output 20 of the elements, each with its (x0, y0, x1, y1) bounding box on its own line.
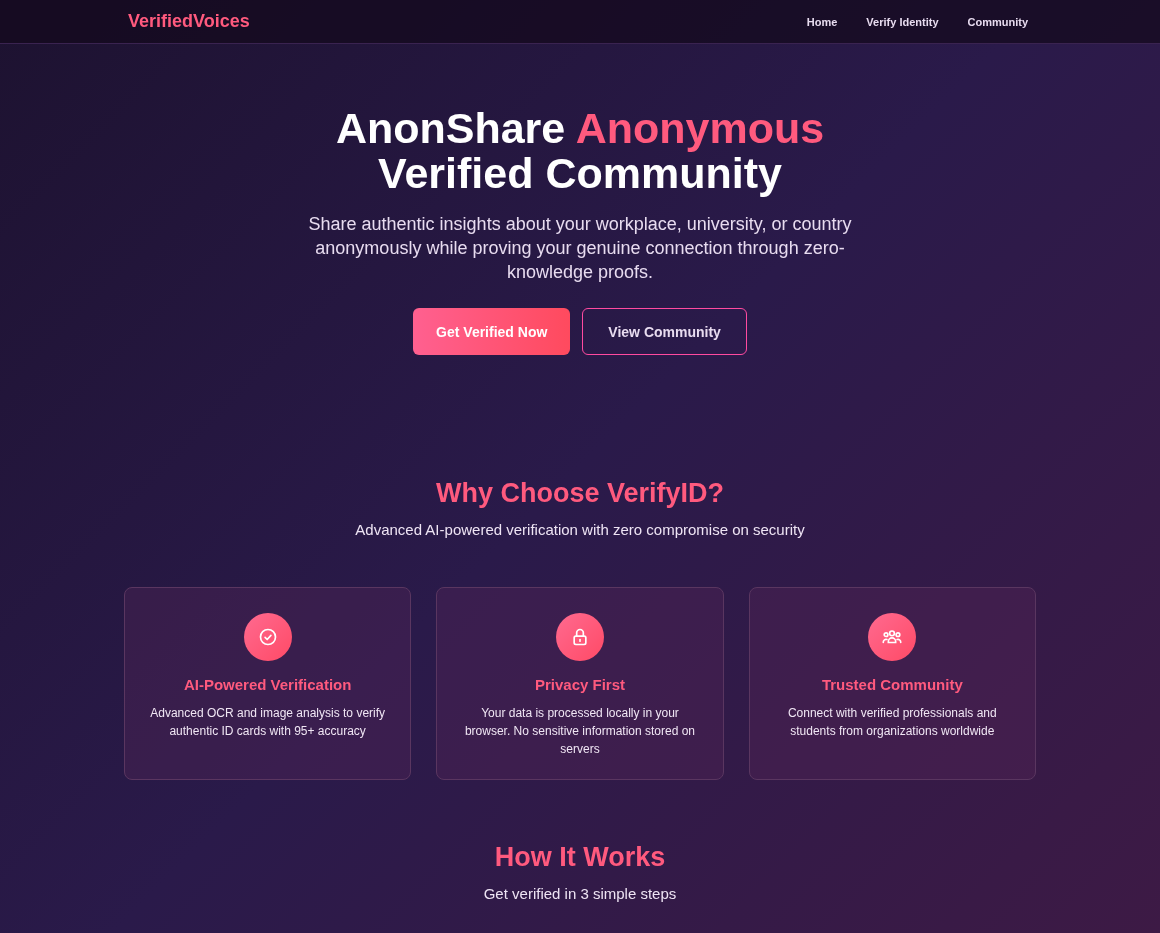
hero-title: Verified Community (378, 151, 782, 196)
nav-link[interactable]: Home (806, 15, 838, 28)
section-title: Why Choose VerifyID? (435, 478, 725, 509)
feature-description: Advanced OCR and image analysis to verify authentic ID cards with 95+ accuracy (149, 705, 387, 740)
hero-subtitle: Share authentic insights about your workplace, university, or country anonymously while proving your genuine connection through zero-knowledge proofs. (307, 213, 853, 284)
check-circle-icon (257, 627, 278, 647)
feature-description: Your data is processed locally in your browser. No sensitive information stored on servers (463, 705, 697, 758)
feature-title: AI-Powered Verification (183, 676, 352, 693)
nav-link[interactable]: Community (967, 15, 1028, 28)
hero-title: AnonShare Anonymous (335, 106, 825, 151)
section-title: How It Works (494, 842, 666, 873)
feature-description: Connect with verified professionals and students from organizations worldwide (786, 705, 998, 740)
section-subtitle: Advanced AI-powered verification with zero compromise on security (355, 521, 805, 538)
section-subtitle: Get verified in 3 simple steps (483, 885, 677, 902)
feature-title: Trusted Community (821, 676, 963, 693)
feature-title: Privacy First (534, 676, 625, 693)
lock-icon (570, 627, 590, 647)
view-community-button[interactable]: View Community (582, 308, 747, 355)
nav-link[interactable]: Verify Identity (866, 15, 939, 28)
logo[interactable]: VerifiedVoices (128, 11, 250, 32)
